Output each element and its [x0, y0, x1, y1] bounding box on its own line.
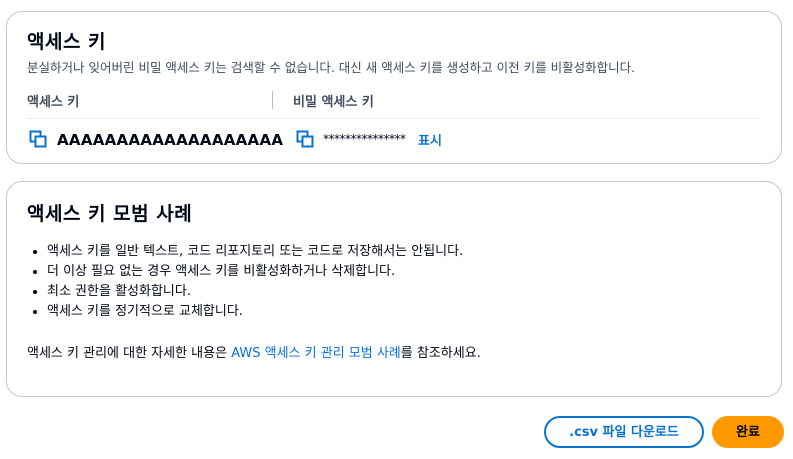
list-item: 더 이상 필요 없는 경우 액세스 키를 비활성화하거나 삭제합니다. — [47, 262, 463, 282]
more-info-suffix: 를 참조하세요. — [400, 346, 481, 361]
best-practices-link[interactable]: AWS 액세스 키 관리 모범 사례 — [231, 346, 401, 361]
access-keys-title: 액세스 키 — [27, 31, 107, 53]
access-key-column-header: 액세스 키 — [27, 95, 80, 110]
column-divider — [272, 91, 273, 109]
copy-icon[interactable] — [29, 130, 47, 148]
show-secret-link[interactable]: 표시 — [418, 130, 442, 149]
best-practices-card: 액세스 키 모범 사례 액세스 키를 일반 텍스트, 코드 리포지토리 또는 코… — [6, 181, 782, 397]
more-info-text: 액세스 키 관리에 대한 자세한 내용은 AWS 액세스 키 관리 모범 사례를… — [27, 342, 481, 361]
best-practices-list: 액세스 키를 일반 텍스트, 코드 리포지토리 또는 코드로 저장해서는 안됩니… — [27, 242, 463, 322]
done-button[interactable]: 완료 — [712, 416, 784, 448]
download-csv-button[interactable]: .csv 파일 다운로드 — [544, 416, 704, 448]
copy-icon[interactable] — [296, 130, 314, 148]
access-keys-description: 분실하거나 잊어버린 비밀 액세스 키는 검색할 수 없습니다. 대신 새 액세… — [27, 60, 636, 75]
best-practices-title: 액세스 키 모범 사례 — [27, 203, 193, 225]
header-divider — [27, 118, 761, 119]
more-info-prefix: 액세스 키 관리에 대한 자세한 내용은 — [27, 346, 232, 361]
list-item: 최소 권한을 활성화합니다. — [47, 282, 463, 302]
access-key-value: AAAAAAAAAAAAAAAAAAA — [57, 131, 284, 149]
list-item: 액세스 키를 일반 텍스트, 코드 리포지토리 또는 코드로 저장해서는 안됩니… — [47, 242, 463, 262]
secret-key-masked-value: *************** — [323, 132, 406, 146]
list-item: 액세스 키를 정기적으로 교체합니다. — [47, 302, 463, 322]
secret-key-column-header: 비밀 액세스 키 — [293, 95, 374, 110]
access-keys-card: 액세스 키 분실하거나 잊어버린 비밀 액세스 키는 검색할 수 없습니다. 대… — [6, 11, 782, 164]
